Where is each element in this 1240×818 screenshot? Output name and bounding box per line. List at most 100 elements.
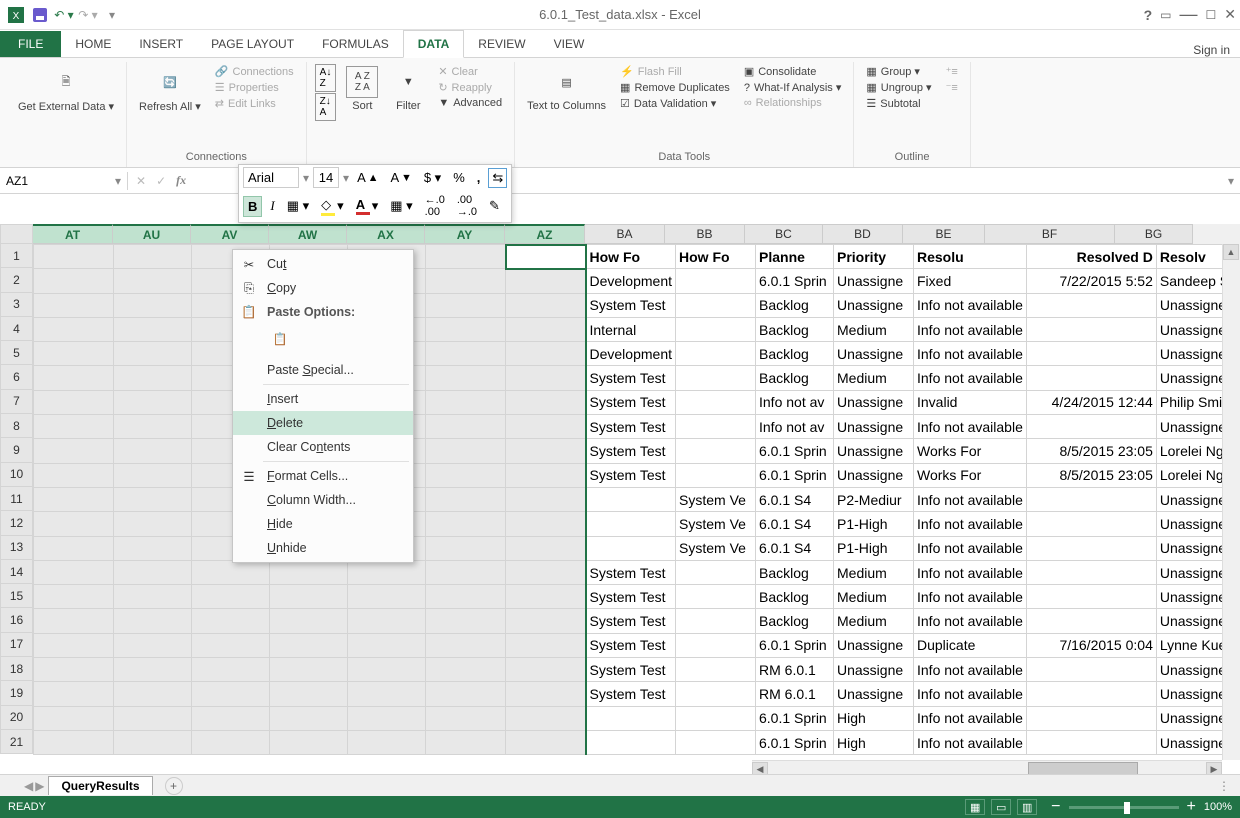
- column-header-AU[interactable]: AU: [113, 224, 191, 244]
- cell[interactable]: Info not available: [914, 342, 1027, 366]
- ungroup-button[interactable]: ▦Ungroup ▾: [862, 80, 935, 95]
- cell[interactable]: System Test: [586, 560, 676, 584]
- column-header-BA[interactable]: BA: [585, 224, 665, 244]
- cell[interactable]: [192, 585, 270, 609]
- cell[interactable]: [676, 342, 756, 366]
- row-header[interactable]: 1: [0, 244, 33, 268]
- cell[interactable]: [114, 463, 192, 487]
- cell[interactable]: [114, 366, 192, 390]
- cell[interactable]: RM 6.0.1: [756, 658, 834, 682]
- font-color-icon[interactable]: A ▾: [352, 195, 383, 217]
- ctx-hide[interactable]: Hide: [233, 512, 413, 536]
- column-header-BC[interactable]: BC: [745, 224, 823, 244]
- row-header[interactable]: 6: [0, 365, 33, 389]
- cell[interactable]: Backlog: [756, 560, 834, 584]
- cell[interactable]: Unassigne: [834, 633, 914, 657]
- tab-review[interactable]: REVIEW: [464, 31, 539, 57]
- ctx-delete[interactable]: Delete: [233, 411, 413, 435]
- cell[interactable]: [506, 390, 586, 414]
- refresh-all-button[interactable]: 🔄Refresh All ▾: [135, 64, 205, 115]
- italic-button[interactable]: I: [266, 196, 278, 216]
- mini-font-size[interactable]: [313, 167, 339, 188]
- cell[interactable]: [506, 463, 586, 487]
- cell[interactable]: [34, 245, 114, 269]
- cell[interactable]: Info not available: [914, 658, 1027, 682]
- cell[interactable]: [114, 487, 192, 511]
- cell[interactable]: [506, 293, 586, 317]
- cell[interactable]: [676, 463, 756, 487]
- cell[interactable]: 8/5/2015 23:05: [1026, 463, 1156, 487]
- cell[interactable]: [1026, 706, 1156, 730]
- cell[interactable]: [426, 487, 506, 511]
- group-button[interactable]: ▦Group ▾: [862, 64, 935, 79]
- cell[interactable]: [1026, 342, 1156, 366]
- cell[interactable]: System Ve: [676, 536, 756, 560]
- cell[interactable]: 6.0.1 S4: [756, 512, 834, 536]
- cell[interactable]: [426, 390, 506, 414]
- cell[interactable]: 6.0.1 Sprin: [756, 463, 834, 487]
- cell[interactable]: Medium: [834, 366, 914, 390]
- row-header[interactable]: 2: [0, 268, 33, 292]
- cell[interactable]: [34, 609, 114, 633]
- cell[interactable]: [506, 366, 586, 390]
- cell[interactable]: 8/5/2015 23:05: [1026, 439, 1156, 463]
- cell[interactable]: [34, 439, 114, 463]
- maximize-icon[interactable]: ☐: [1206, 8, 1217, 22]
- cell[interactable]: [1026, 609, 1156, 633]
- cell[interactable]: [34, 560, 114, 584]
- cell[interactable]: [114, 585, 192, 609]
- cell[interactable]: Unassigne: [834, 415, 914, 439]
- clear-filter-button[interactable]: ✕Clear: [434, 64, 506, 79]
- cell[interactable]: [114, 682, 192, 706]
- cell[interactable]: System Test: [586, 658, 676, 682]
- column-header-BB[interactable]: BB: [665, 224, 745, 244]
- cell[interactable]: How Fo: [586, 245, 676, 269]
- cell[interactable]: Unassigne: [834, 682, 914, 706]
- cell[interactable]: [586, 706, 676, 730]
- fill-color-icon[interactable]: ◇ ▾: [317, 195, 348, 218]
- advanced-filter-button[interactable]: ▼Advanced: [434, 96, 506, 110]
- cell[interactable]: [426, 245, 506, 269]
- cell[interactable]: [506, 560, 586, 584]
- cell[interactable]: Info not available: [914, 487, 1027, 511]
- cell[interactable]: [114, 317, 192, 341]
- cell[interactable]: [114, 269, 192, 293]
- cell[interactable]: [676, 609, 756, 633]
- cell[interactable]: [586, 487, 676, 511]
- cell[interactable]: [270, 658, 348, 682]
- cell[interactable]: System Ve: [676, 512, 756, 536]
- sheet-tab-queryresults[interactable]: QueryResults: [48, 776, 152, 795]
- cell[interactable]: [270, 682, 348, 706]
- vertical-scrollbar[interactable]: ▲: [1222, 244, 1240, 760]
- cell[interactable]: Medium: [834, 317, 914, 341]
- cell[interactable]: [426, 512, 506, 536]
- row-header[interactable]: 14: [0, 560, 33, 584]
- view-pagebreak-icon[interactable]: ▥: [1017, 799, 1037, 815]
- zoom-level[interactable]: 100%: [1204, 801, 1232, 813]
- cell[interactable]: [676, 682, 756, 706]
- zoom-slider[interactable]: [1069, 806, 1179, 809]
- cell[interactable]: [426, 317, 506, 341]
- cell[interactable]: 4/24/2015 12:44: [1026, 390, 1156, 414]
- edit-links-button[interactable]: ⇄Edit Links: [211, 96, 298, 111]
- cell[interactable]: [506, 585, 586, 609]
- cell[interactable]: 7/16/2015 0:04: [1026, 633, 1156, 657]
- cell[interactable]: [192, 682, 270, 706]
- row-header[interactable]: 13: [0, 536, 33, 560]
- cell[interactable]: [426, 293, 506, 317]
- cell[interactable]: Medium: [834, 585, 914, 609]
- cell[interactable]: [506, 439, 586, 463]
- cell[interactable]: Backlog: [756, 585, 834, 609]
- text-to-columns-button[interactable]: ▤Text to Columns: [523, 64, 610, 114]
- cell[interactable]: [270, 633, 348, 657]
- row-header[interactable]: 7: [0, 390, 33, 414]
- row-header[interactable]: 12: [0, 511, 33, 535]
- row-header[interactable]: 16: [0, 608, 33, 632]
- cell[interactable]: Info not available: [914, 512, 1027, 536]
- cell[interactable]: [1026, 415, 1156, 439]
- sort-za-icon[interactable]: Z↓A: [315, 93, 337, 121]
- cell[interactable]: [426, 560, 506, 584]
- consolidate-button[interactable]: ▣Consolidate: [740, 64, 846, 79]
- cell[interactable]: P1-High: [834, 512, 914, 536]
- column-header-AV[interactable]: AV: [191, 224, 269, 244]
